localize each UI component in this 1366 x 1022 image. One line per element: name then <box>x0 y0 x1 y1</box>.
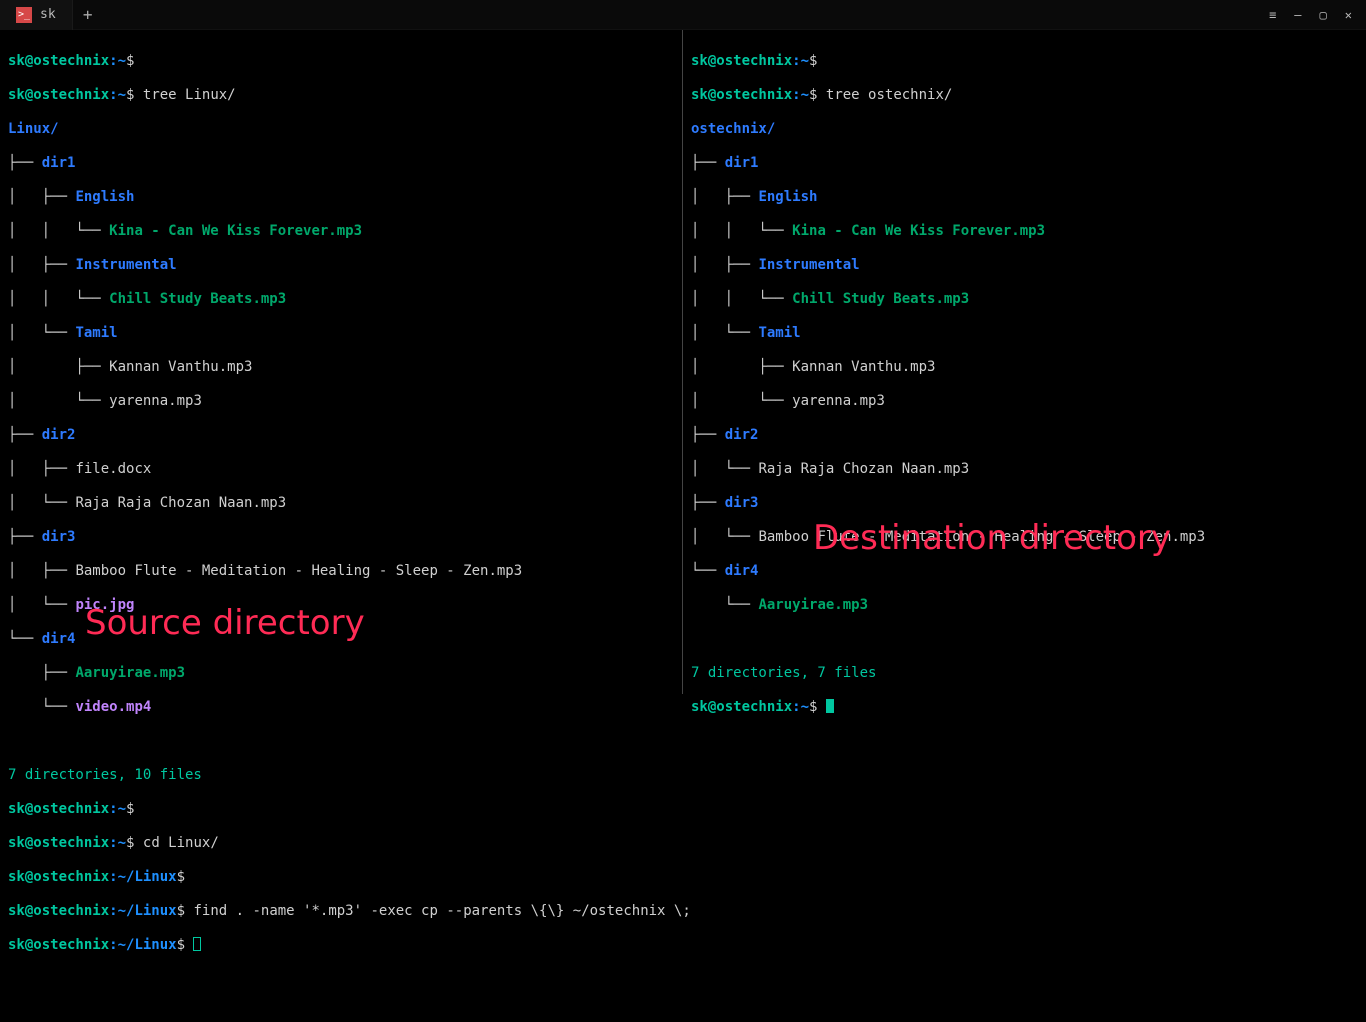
summary-left: 7 directories, 10 files <box>8 767 202 783</box>
cursor-right <box>826 699 834 713</box>
cmd-cd: cd Linux/ <box>143 835 219 851</box>
menu-icon[interactable]: ≡ <box>1269 8 1276 22</box>
close-icon[interactable]: ✕ <box>1345 8 1352 22</box>
summary-right: 7 directories, 7 files <box>691 665 876 681</box>
titlebar: >_ sk + ≡ — ▢ ✕ <box>0 0 1366 30</box>
minimize-icon[interactable]: — <box>1294 8 1301 22</box>
tab-label: sk <box>40 7 56 22</box>
terminal-icon: >_ <box>16 7 32 23</box>
root-dir-right: ostechnix/ <box>691 121 775 137</box>
window-controls: ≡ — ▢ ✕ <box>1269 8 1366 22</box>
terminal-pane-left[interactable]: sk@ostechnix:~$ sk@ostechnix:~$ tree Lin… <box>0 30 683 694</box>
overlay-label-source: Source directory <box>85 615 365 632</box>
overlay-label-destination: Destination directory <box>813 530 1171 547</box>
new-tab-button[interactable]: + <box>73 5 103 24</box>
root-dir-left: Linux/ <box>8 121 59 137</box>
cmd-tree-left: tree Linux/ <box>143 87 236 103</box>
cursor-left <box>193 937 201 951</box>
cmd-tree-right: tree ostechnix/ <box>826 87 952 103</box>
terminal-split: sk@ostechnix:~$ sk@ostechnix:~$ tree Lin… <box>0 30 1366 694</box>
cmd-find: find . -name '*.mp3' -exec cp --parents … <box>193 903 690 919</box>
maximize-icon[interactable]: ▢ <box>1320 8 1327 22</box>
terminal-pane-right[interactable]: sk@ostechnix:~$ sk@ostechnix:~$ tree ost… <box>683 30 1366 694</box>
tab-sk[interactable]: >_ sk <box>0 0 73 30</box>
